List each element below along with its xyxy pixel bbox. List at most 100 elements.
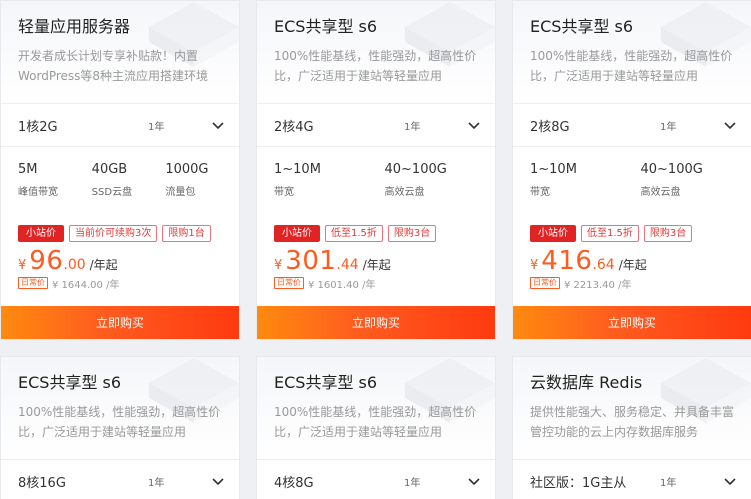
price-unit: /年起 [89, 258, 118, 272]
card-description: 开发者成长计划专享补贴款！内置WordPress等8种主流应用搭建环境 [18, 49, 209, 83]
duration-value: 1年 [148, 477, 165, 489]
spec-select[interactable]: 8核16G 1年 [1, 459, 239, 499]
product-card: 轻量应用服务器 开发者成长计划专享补贴款！内置WordPress等8种主流应用搭… [0, 0, 240, 340]
buy-button[interactable]: 立即购买 [513, 306, 751, 339]
tag-badge: 限购3台 [643, 225, 693, 242]
daily-price-badge: 日常价 [530, 277, 560, 289]
card-description: 100%性能基线，性能强劲，超高性价比，广泛适用于建站等轻量应用 [274, 49, 477, 83]
metric-value: 5M [18, 162, 38, 177]
metric-value: 1~10M [530, 162, 577, 177]
card-title: 轻量应用服务器 [18, 17, 131, 36]
chevron-down-icon [468, 122, 480, 130]
metric: 1000G 流量包 [165, 161, 239, 217]
metric-label: 高效云盘 [384, 187, 425, 198]
tag-list: 小站价 当前价可续购3次 限购1台 [1, 217, 239, 242]
tag-badge: 小站价 [530, 225, 576, 242]
product-card: ECS共享型 s6 100%性能基线，性能强劲，超高性价比，广泛适用于建站等轻量… [0, 356, 240, 499]
price-integer: 416 [541, 246, 593, 276]
spec-select[interactable]: 2核4G 1年 [257, 103, 495, 147]
metric-label: 峰值带宽 [18, 187, 58, 198]
card-header: ECS共享型 s6 100%性能基线，性能强劲，超高性价比，广泛适用于建站等轻量… [513, 1, 751, 103]
daily-price-badge: 日常价 [18, 277, 48, 289]
card-header: ECS共享型 s6 100%性能基线，性能强劲，超高性价比，广泛适用于建站等轻量… [1, 357, 239, 459]
price-unit: /年起 [618, 258, 647, 272]
product-grid: 轻量应用服务器 开发者成长计划专享补贴款！内置WordPress等8种主流应用搭… [0, 0, 751, 499]
duration-value: 1年 [404, 121, 421, 133]
metrics: 1~10M 带宽 40~100G 高效云盘 [257, 147, 495, 217]
price-unit: /年起 [362, 258, 391, 272]
price: ¥ 96 .00 /年起 [1, 242, 239, 276]
tag-list: 小站价 低至1.5折 限购3台 [257, 217, 495, 242]
card-title: 云数据库 Redis [530, 373, 643, 392]
original-price-value: ¥ 2213.40 /年 [564, 279, 632, 291]
metric-label: SSD云盘 [91, 187, 133, 198]
tag-badge: 低至1.5折 [581, 225, 639, 242]
metric-value: 40GB [91, 162, 128, 177]
metric-value: 40~100G [384, 162, 447, 177]
metric-value: 1~10M [274, 162, 321, 177]
tag-list: 小站价 低至1.5折 限购3台 [513, 217, 751, 242]
product-card: 云数据库 Redis 提供性能强大、服务稳定、并具备丰富管控功能的云上内存数据库… [512, 356, 751, 499]
chevron-down-icon [212, 122, 224, 130]
spec-value: 8核16G [18, 475, 66, 491]
original-price: 日常价 ¥ 2213.40 /年 [513, 274, 751, 292]
card-description: 100%性能基线，性能强劲，超高性价比，广泛适用于建站等轻量应用 [274, 405, 477, 439]
tag-badge: 限购1台 [162, 225, 211, 242]
spec-select[interactable]: 4核8G 1年 [257, 459, 495, 499]
price-decimal: .64 [592, 257, 615, 273]
metric-label: 流量包 [165, 187, 196, 198]
price-currency: ¥ [18, 258, 27, 273]
spec-select[interactable]: 1核2G 1年 [1, 103, 239, 147]
product-card: ECS共享型 s6 100%性能基线，性能强劲，超高性价比，广泛适用于建站等轻量… [256, 0, 496, 340]
metric-label: 带宽 [274, 187, 294, 198]
card-description: 100%性能基线，性能强劲，超高性价比，广泛适用于建站等轻量应用 [530, 49, 733, 83]
duration-value: 1年 [404, 477, 421, 489]
duration-value: 1年 [660, 477, 677, 489]
tag-badge: 限购3台 [387, 225, 437, 242]
chevron-down-icon [724, 122, 736, 130]
chevron-down-icon [468, 478, 480, 486]
spec-value: 社区版：1G主从 [530, 475, 627, 491]
card-header: 轻量应用服务器 开发者成长计划专享补贴款！内置WordPress等8种主流应用搭… [1, 1, 239, 103]
card-header: ECS共享型 s6 100%性能基线，性能强劲，超高性价比，广泛适用于建站等轻量… [257, 357, 495, 459]
buy-button[interactable]: 立即购买 [1, 306, 239, 339]
buy-button[interactable]: 立即购买 [257, 306, 495, 339]
spec-value: 1核2G [18, 119, 58, 135]
price-currency: ¥ [274, 258, 283, 273]
duration-value: 1年 [148, 121, 165, 133]
original-price: 日常价 ¥ 1601.40 /年 [257, 274, 495, 292]
spec-select[interactable]: 社区版：1G主从 1年 [513, 459, 751, 499]
price-currency: ¥ [530, 258, 539, 273]
metrics: 1~10M 带宽 40~100G 高效云盘 [513, 147, 751, 217]
metric: 40GB SSD云盘 [92, 161, 166, 217]
spec-value: 2核4G [274, 119, 314, 135]
price-integer: 96 [29, 246, 64, 276]
tag-badge: 当前价可续购3次 [69, 225, 158, 242]
price-decimal: .00 [63, 257, 86, 273]
chevron-down-icon [212, 478, 224, 486]
price-decimal: .44 [336, 257, 359, 273]
spec-value: 2核8G [530, 119, 570, 135]
original-price-value: ¥ 1601.40 /年 [308, 279, 376, 291]
metric: 1~10M 带宽 [530, 161, 641, 217]
metric: 1~10M 带宽 [274, 161, 385, 217]
price-integer: 301 [285, 246, 337, 276]
price: ¥ 416 .64 /年起 [513, 242, 751, 276]
metric-label: 带宽 [530, 187, 550, 198]
card-description: 100%性能基线，性能强劲，超高性价比，广泛适用于建站等轻量应用 [18, 405, 221, 439]
card-title: ECS共享型 s6 [274, 17, 378, 36]
tag-badge: 小站价 [18, 225, 64, 242]
card-header: 云数据库 Redis 提供性能强大、服务稳定、并具备丰富管控功能的云上内存数据库… [513, 357, 751, 459]
product-card: ECS共享型 s6 100%性能基线，性能强劲，超高性价比，广泛适用于建站等轻量… [256, 356, 496, 499]
tag-badge: 低至1.5折 [325, 225, 383, 242]
original-price: 日常价 ¥ 1644.00 /年 [1, 274, 239, 292]
metric-value: 1000G [165, 162, 209, 177]
card-title: ECS共享型 s6 [274, 373, 378, 392]
metric-label: 高效云盘 [640, 187, 681, 198]
spec-select[interactable]: 2核8G 1年 [513, 103, 751, 147]
metric: 5M 峰值带宽 [18, 161, 92, 217]
card-title: ECS共享型 s6 [18, 373, 122, 392]
duration-value: 1年 [660, 121, 677, 133]
metric: 40~100G 高效云盘 [385, 161, 496, 217]
original-price-value: ¥ 1644.00 /年 [52, 279, 120, 291]
